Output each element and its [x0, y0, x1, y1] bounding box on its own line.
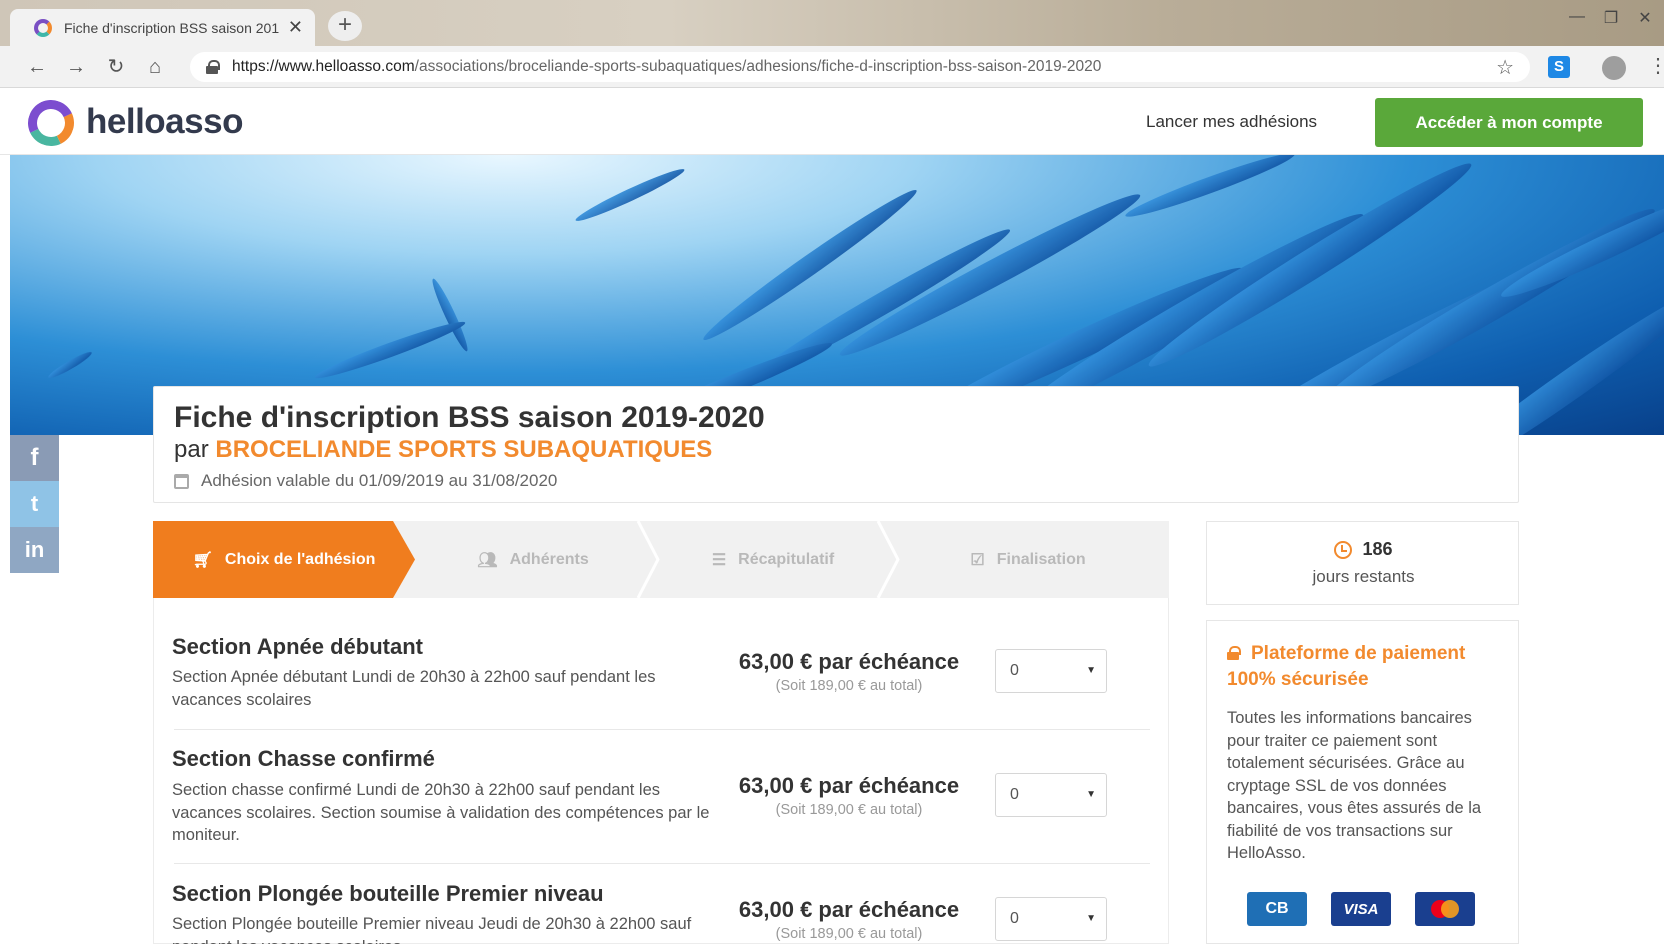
item-price: 63,00 € par échéance [738, 773, 960, 798]
browser-toolbar: ← → ↻ ⌂ https://www.helloasso.com/associ… [0, 46, 1664, 88]
clock-icon [1334, 540, 1353, 559]
tab-title: Fiche d'inscription BSS saison 2019-2020 [64, 19, 279, 36]
calendar-icon [174, 473, 189, 489]
minimize-icon[interactable]: — [1562, 8, 1592, 26]
quantity-value: 0 [1010, 910, 1019, 927]
step-label: Choix de l'adhésion [224, 550, 376, 568]
validity-text: Adhésion valable du 01/09/2019 au 31/08/… [201, 471, 558, 490]
item-name: Section Plongée bouteille Premier niveau [172, 881, 604, 906]
item-price: 63,00 € par échéance [738, 649, 960, 674]
forward-icon[interactable]: → [63, 54, 89, 80]
facebook-share-icon[interactable]: f [10, 435, 59, 481]
tab-close-icon[interactable]: ✕ [288, 17, 303, 38]
secure-payment-card: Plateforme de paiement 100% sécurisée To… [1206, 620, 1519, 944]
item-total: (Soit 189,00 € au total) [775, 678, 923, 694]
step-label: Récapitulatif [738, 550, 835, 568]
quantity-select[interactable]: 0 ▼ [995, 773, 1107, 817]
launch-memberships-link[interactable]: Lancer mes adhésions [1146, 112, 1317, 132]
secure-title: Plateforme de paiement 100% sécurisée [1227, 643, 1466, 690]
account-button[interactable]: Accéder à mon compte [1375, 98, 1643, 147]
users-icon: 👥︎ [477, 551, 498, 569]
lock-icon [206, 60, 220, 74]
item-name: Section Chasse confirmé [172, 746, 435, 771]
profile-avatar-icon[interactable] [1602, 56, 1626, 80]
page-title: Fiche d'inscription BSS saison 2019-2020 [174, 401, 765, 434]
url-text: https://www.helloasso.com/associations/b… [232, 58, 1102, 75]
item-total: (Soit 189,00 € au total) [775, 926, 923, 942]
organization-line: par BROCELIANDE SPORTS SUBAQUATIQUES [174, 436, 712, 464]
item-description: Section Plongée bouteille Premier niveau… [172, 915, 692, 944]
bookmark-star-icon[interactable]: ☆ [1496, 55, 1514, 80]
tab-strip: Fiche d'inscription BSS saison 2019-2020… [0, 0, 1664, 46]
caret-down-icon: ▼ [1086, 665, 1096, 676]
restore-icon[interactable]: ❐ [1596, 8, 1626, 28]
linkedin-share-icon[interactable]: in [10, 527, 59, 573]
quantity-select[interactable]: 0 ▼ [995, 897, 1107, 941]
step-membership-choice[interactable]: 🛒︎ Choix de l'adhésion [153, 521, 415, 598]
cart-icon: 🛒︎ [192, 551, 213, 569]
browser-tab[interactable]: Fiche d'inscription BSS saison 2019-2020… [10, 9, 315, 46]
step-summary[interactable]: ☰ Récapitulatif [658, 521, 888, 598]
home-icon[interactable]: ⌂ [142, 54, 168, 80]
site-header: helloasso Lancer mes adhésions Accéder à… [0, 88, 1664, 155]
form-title-card: Fiche d'inscription BSS saison 2019-2020… [153, 386, 1519, 503]
caret-down-icon: ▼ [1086, 913, 1096, 924]
reload-icon[interactable]: ↻ [103, 54, 129, 80]
padlock-icon [1227, 646, 1241, 660]
step-members[interactable]: 👥︎ Adhérents [415, 521, 651, 598]
mastercard-circles-icon [1431, 900, 1459, 918]
address-bar[interactable]: https://www.helloasso.com/associations/b… [190, 52, 1530, 82]
logo-text[interactable]: helloasso [86, 102, 243, 142]
quantity-value: 0 [1010, 662, 1019, 679]
step-finalization[interactable]: ☑ Finalisation [898, 521, 1158, 598]
quantity-value: 0 [1010, 786, 1019, 803]
item-name: Section Apnée débutant [172, 634, 423, 659]
days-label: jours restants [1312, 567, 1415, 586]
days-count: 186 [1207, 539, 1520, 560]
by-prefix: par [174, 436, 209, 463]
item-price: 63,00 € par échéance [738, 897, 960, 922]
back-icon[interactable]: ← [24, 54, 50, 80]
checkout-steps: 🛒︎ Choix de l'adhésion 👥︎ Adhérents ☰ Ré… [153, 521, 1169, 598]
extension-icon[interactable]: S [1548, 56, 1570, 78]
twitter-share-icon[interactable]: t [10, 481, 59, 527]
organization-link[interactable]: BROCELIANDE SPORTS SUBAQUATIQUES [215, 436, 712, 463]
list-icon: ☰ [711, 551, 727, 569]
visa-card-logo: VISA [1331, 892, 1391, 926]
step-label: Finalisation [996, 550, 1086, 568]
secure-text: Toutes les informations bancaires pour t… [1227, 709, 1482, 862]
quantity-select[interactable]: 0 ▼ [995, 649, 1107, 693]
item-description: Section Apnée débutant Lundi de 20h30 à … [172, 668, 656, 709]
new-tab-button[interactable]: + [328, 11, 362, 41]
item-description: Section chasse confirmé Lundi de 20h30 à… [172, 781, 710, 844]
window-close-icon[interactable]: ✕ [1630, 8, 1660, 28]
browser-menu-icon[interactable]: ⋮ [1648, 54, 1664, 78]
check-square-icon: ☑ [970, 551, 985, 569]
item-total: (Soit 189,00 € au total) [775, 802, 923, 818]
days-remaining-card: 186 jours restants [1206, 521, 1519, 605]
membership-options: Section Apnée débutant Section Apnée déb… [153, 598, 1169, 944]
step-label: Adhérents [509, 550, 589, 568]
cb-card-logo: CB [1247, 892, 1307, 926]
divider [174, 863, 1150, 864]
helloasso-favicon-icon [34, 18, 52, 37]
helloasso-logo-icon[interactable] [21, 93, 81, 153]
caret-down-icon: ▼ [1086, 789, 1096, 800]
validity-line: Adhésion valable du 01/09/2019 au 31/08/… [174, 471, 557, 491]
divider [174, 729, 1150, 730]
mastercard-logo [1415, 892, 1475, 926]
browser-window: Fiche d'inscription BSS saison 2019-2020… [0, 0, 1664, 944]
